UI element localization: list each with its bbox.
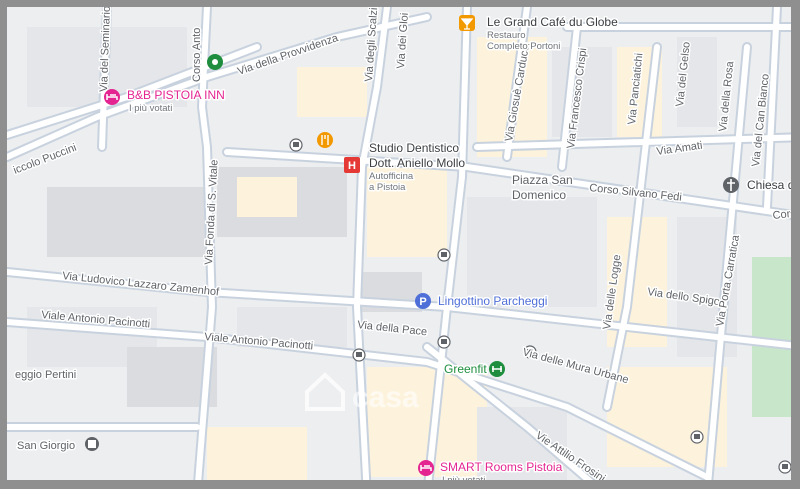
map-frame: Via della Provvidenza Corso Anto Via del… [0,0,800,489]
poi-bb-pistoia-name: B&B PISTOIA INN [127,88,225,102]
poi-park-icon [207,54,223,70]
poi-studio-dentistico-name1: Studio Dentistico [369,141,459,155]
bus-stop-icon [437,335,451,349]
poi-chiesa[interactable]: Chiesa di [723,177,797,194]
poi-grand-cafe-sub1: Restauro [487,30,526,41]
square-label-san-domenico-1: Piazza San [512,173,573,187]
poi-grand-cafe-name: Le Grand Café du Globe [487,15,618,29]
poi-restaurant[interactable] [317,132,333,148]
bus-stop-icon [352,348,366,362]
hospital-icon: H [348,160,356,172]
parking-icon: P [419,296,426,308]
bus-stop-icon [778,460,791,474]
poi-orange-pin-right[interactable] [793,428,800,442]
bus-stop-icon [437,248,451,262]
street-label-corso-right: Cors [772,208,797,222]
poi-smart-rooms[interactable]: SMART Rooms Pistoia I più votati [418,459,564,486]
flower-icon [212,59,218,65]
watermark-text: casa [352,381,419,414]
place-label-san-giorgio: San Giorgio [17,440,75,452]
poi-greenfit-name: Greenfit [444,362,487,376]
poi-grand-cafe-sub2: Completo Portoni [487,41,560,52]
bus-stop-icon [289,138,303,152]
square-label-san-domenico-2: Domenico [512,188,566,202]
poi-san-giorgio-icon[interactable] [85,437,99,451]
book-icon [88,440,96,448]
poi-smart-rooms-name: SMART Rooms Pistoia [440,460,563,474]
poi-chiesa-name: Chiesa di [747,178,797,192]
street-label-corso-antonio: Corso Anto [191,28,203,82]
poi-bb-pistoia-sub: I più votati [129,103,172,114]
place-label-pertini: eggio Pertini [15,369,76,381]
poi-smart-rooms-sub: I più votati [442,475,485,486]
poi-autofficina-line2: a Pistoia [369,182,406,193]
poi-autofficina-line1: Autofficina [369,171,414,182]
map-canvas[interactable]: Via della Provvidenza Corso Anto Via del… [7,7,800,489]
poi-studio-dentistico-name2: Dott. Aniello Mollo [369,156,465,170]
poi-greenfit[interactable]: Greenfit [443,361,505,378]
bus-stop-icon [690,430,704,444]
poi-lingottino-name: Lingottino Parcheggi [438,294,547,308]
